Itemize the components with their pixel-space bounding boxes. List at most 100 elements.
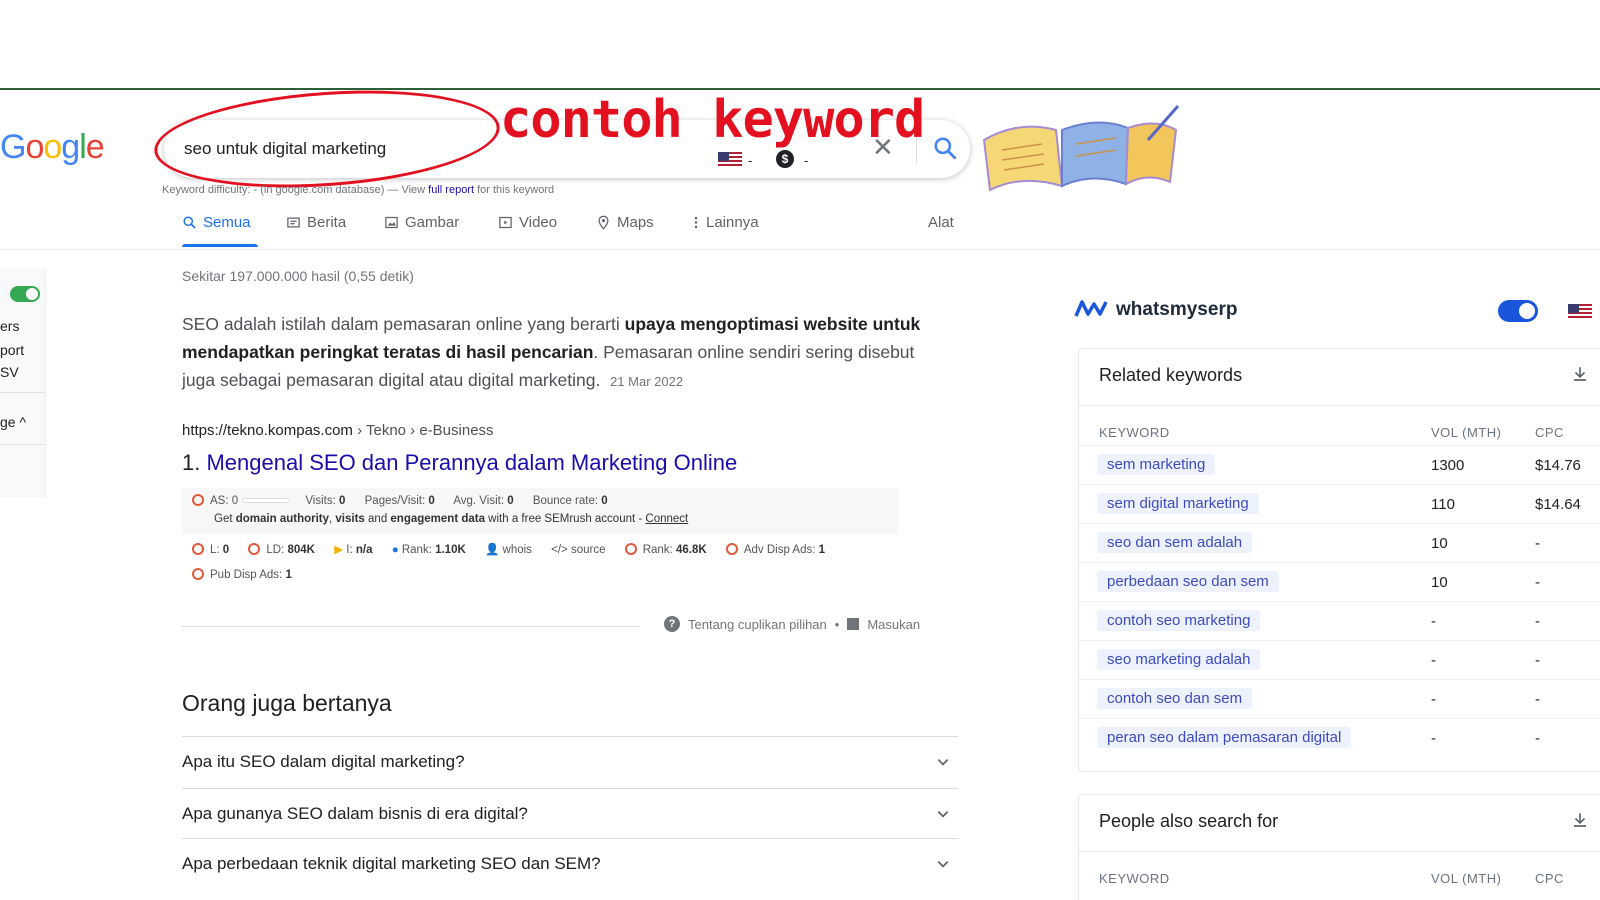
semrush-bar: AS: 0 Visits: 0 Pages/Visit: 0 Avg. Visi… <box>182 488 898 594</box>
tools-button[interactable]: Alat <box>928 214 954 231</box>
lp-item[interactable]: SV <box>0 364 19 380</box>
map-pin-icon <box>598 215 609 230</box>
lp-divider <box>0 444 45 445</box>
visits-label: Visits: <box>305 495 340 507</box>
table-row: peran seo dalam pemasaran digital - - <box>1079 718 1600 757</box>
kd-text-end: for this keyword <box>477 184 555 196</box>
result-title-link[interactable]: 1. Mengenal SEO dan Perannya dalam Marke… <box>182 450 737 476</box>
col-header-cpc: CPC <box>1535 425 1564 440</box>
paa-question-text: Apa gunanya SEO dalam bisnis di era digi… <box>182 804 528 823</box>
table-row: contoh seo marketing - - <box>1079 601 1600 640</box>
lp-item[interactable]: port <box>0 342 24 358</box>
tab-label: Maps <box>617 214 654 231</box>
paa-question-text: Apa itu SEO dalam digital marketing? <box>182 752 465 771</box>
tab-berita[interactable]: Berita <box>286 214 346 231</box>
keyword-cpc: $14.64 <box>1535 496 1581 513</box>
paa-question-text: Apa perbedaan teknik digital marketing S… <box>182 854 601 873</box>
whatsmyserp-toggle[interactable] <box>1498 300 1538 322</box>
paa-question[interactable]: Apa perbedaan teknik digital marketing S… <box>182 838 958 890</box>
keyword-chip[interactable]: seo marketing adalah <box>1097 649 1261 670</box>
paa-title: Orang juga bertanya <box>182 690 392 716</box>
tab-label: Lainnya <box>706 214 759 231</box>
chevron-down-icon <box>937 861 949 868</box>
tab-maps[interactable]: Maps <box>596 214 654 231</box>
rank-label: Rank: <box>642 544 676 556</box>
semrush-pub-row: Pub Disp Ads: 1 <box>192 568 292 581</box>
full-report-link[interactable]: full report <box>428 184 474 196</box>
keyword-chip[interactable]: seo dan sem adalah <box>1097 532 1253 553</box>
active-tab-indicator <box>182 244 258 247</box>
l-label: L: <box>210 544 223 556</box>
keyword-chip[interactable]: sem marketing <box>1097 454 1216 475</box>
cta-bold: visits <box>335 513 365 525</box>
keyword-chip[interactable]: contoh seo dan sem <box>1097 688 1253 709</box>
code-icon: </> <box>551 544 568 556</box>
search-icon[interactable] <box>932 135 958 161</box>
google-doodle-logo[interactable]: Google <box>0 128 105 167</box>
keyword-volume: - <box>1431 730 1436 747</box>
tab-lainnya[interactable]: Lainnya <box>692 214 759 231</box>
source-link[interactable]: source <box>571 544 606 556</box>
extension-toggle[interactable] <box>10 286 40 302</box>
whois-link[interactable]: whois <box>503 544 532 556</box>
whatsmyserp-brand: whatsmyserp <box>1116 299 1238 320</box>
tab-label: Video <box>519 214 558 231</box>
col-header-keyword: KEYWORD <box>1099 871 1170 886</box>
adv-ads-value: 1 <box>818 544 826 556</box>
book-doodle-icon <box>982 105 1180 192</box>
ld-value: 804K <box>287 544 316 556</box>
connect-link[interactable]: Connect <box>645 513 688 525</box>
feedback-link[interactable]: Masukan <box>867 617 920 632</box>
card-divider <box>1079 405 1600 406</box>
kd-text: Keyword difficulty: - (in google.com dat… <box>162 184 426 196</box>
tab-gambar[interactable]: Gambar <box>384 214 459 231</box>
col-header-volume: VOL (MTH) <box>1431 871 1502 886</box>
keyword-chip[interactable]: peran seo dalam pemasaran digital <box>1097 727 1352 748</box>
us-flag-icon <box>718 152 742 168</box>
keyword-cpc: - <box>1535 691 1540 708</box>
lp-divider <box>0 392 45 393</box>
flag-volume-value: - <box>748 153 753 168</box>
keyword-chip[interactable]: perbedaan seo dan sem <box>1097 571 1279 592</box>
lp-item[interactable]: ge ^ <box>0 414 26 430</box>
keyword-volume: 1300 <box>1431 457 1465 474</box>
video-icon <box>499 216 512 229</box>
semrush-cta: Get domain authority, visits and engagem… <box>214 513 688 525</box>
paa-question[interactable]: Apa gunanya SEO dalam bisnis di era digi… <box>182 788 958 840</box>
col-header-cpc: CPC <box>1535 871 1564 886</box>
keyword-cpc: - <box>1535 652 1540 669</box>
us-flag-icon[interactable] <box>1568 304 1592 320</box>
snippet-text: SEO adalah istilah dalam pemasaran onlin… <box>182 314 625 334</box>
keyword-volume: - <box>1431 613 1436 630</box>
keyword-volume: 110 <box>1431 496 1455 513</box>
more-vert-icon <box>694 216 698 229</box>
visits-value: 0 <box>339 495 346 507</box>
download-icon[interactable] <box>1571 365 1589 383</box>
feedback-icon <box>847 618 860 630</box>
paa-question[interactable]: Apa itu SEO dalam digital marketing? <box>182 736 958 788</box>
table-row: seo marketing adalah - - <box>1079 640 1600 679</box>
result-url[interactable]: https://tekno.kompas.com › Tekno › e-Bus… <box>182 422 494 439</box>
pages-label: Pages/Visit: <box>364 495 429 507</box>
keyword-volume: 10 <box>1431 574 1448 591</box>
lp-item[interactable]: ers <box>0 318 19 334</box>
semrush-circle-icon <box>192 568 204 580</box>
l-value: 0 <box>222 544 230 556</box>
semrush-circle-icon <box>192 494 204 506</box>
search-input[interactable]: seo untuk digital marketing <box>184 139 386 159</box>
download-icon[interactable] <box>1571 811 1589 829</box>
keyword-volume: - <box>1431 691 1436 708</box>
keyword-chip[interactable]: contoh seo marketing <box>1097 610 1261 631</box>
about-snippets-link[interactable]: Tentang cuplikan pilihan <box>688 617 827 632</box>
keyword-cpc: - <box>1535 535 1540 552</box>
tab-label: Semua <box>203 214 251 231</box>
rank-label: Rank: <box>401 544 436 556</box>
whatsmyserp-header: whatsmyserp <box>1074 296 1600 326</box>
table-row: sem marketing 1300 $14.76 <box>1079 445 1600 484</box>
rank-value: 1.10K <box>435 544 466 556</box>
cta-bold: domain authority <box>235 513 330 525</box>
chevron-down-icon <box>937 759 949 766</box>
keyword-chip[interactable]: sem digital marketing <box>1097 493 1259 514</box>
tab-video[interactable]: Video <box>498 214 557 231</box>
tab-semua[interactable]: Semua <box>182 214 251 231</box>
